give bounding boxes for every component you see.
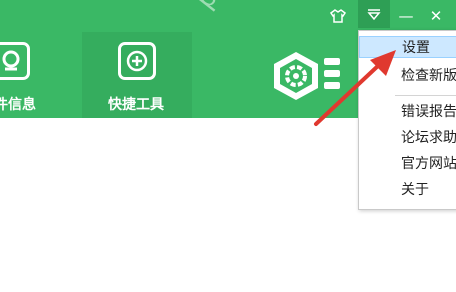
tab-quick-tools[interactable]: 快捷工具: [82, 32, 192, 118]
tab-hardware-info[interactable]: 件信息: [0, 32, 60, 118]
skin-button[interactable]: [328, 4, 348, 28]
toolbox-icon: [118, 42, 156, 80]
menu-item-about[interactable]: 关于: [359, 179, 456, 201]
annotation-arrow-icon: [314, 50, 396, 126]
menu-item-official-site[interactable]: 官方网站: [359, 153, 456, 175]
shirt-icon: [329, 9, 347, 23]
tab-hardware-label: 件信息: [0, 97, 36, 113]
monitor-search-icon: [0, 42, 30, 80]
minimize-button[interactable]: —: [394, 4, 418, 28]
tab-quick-tools-label: 快捷工具: [108, 97, 164, 113]
menu-item-forum-help[interactable]: 论坛求助: [359, 127, 456, 149]
dropdown-triangle-icon: [367, 9, 381, 21]
main-menu-button[interactable]: [358, 0, 390, 28]
close-button[interactable]: ✕: [424, 4, 448, 28]
